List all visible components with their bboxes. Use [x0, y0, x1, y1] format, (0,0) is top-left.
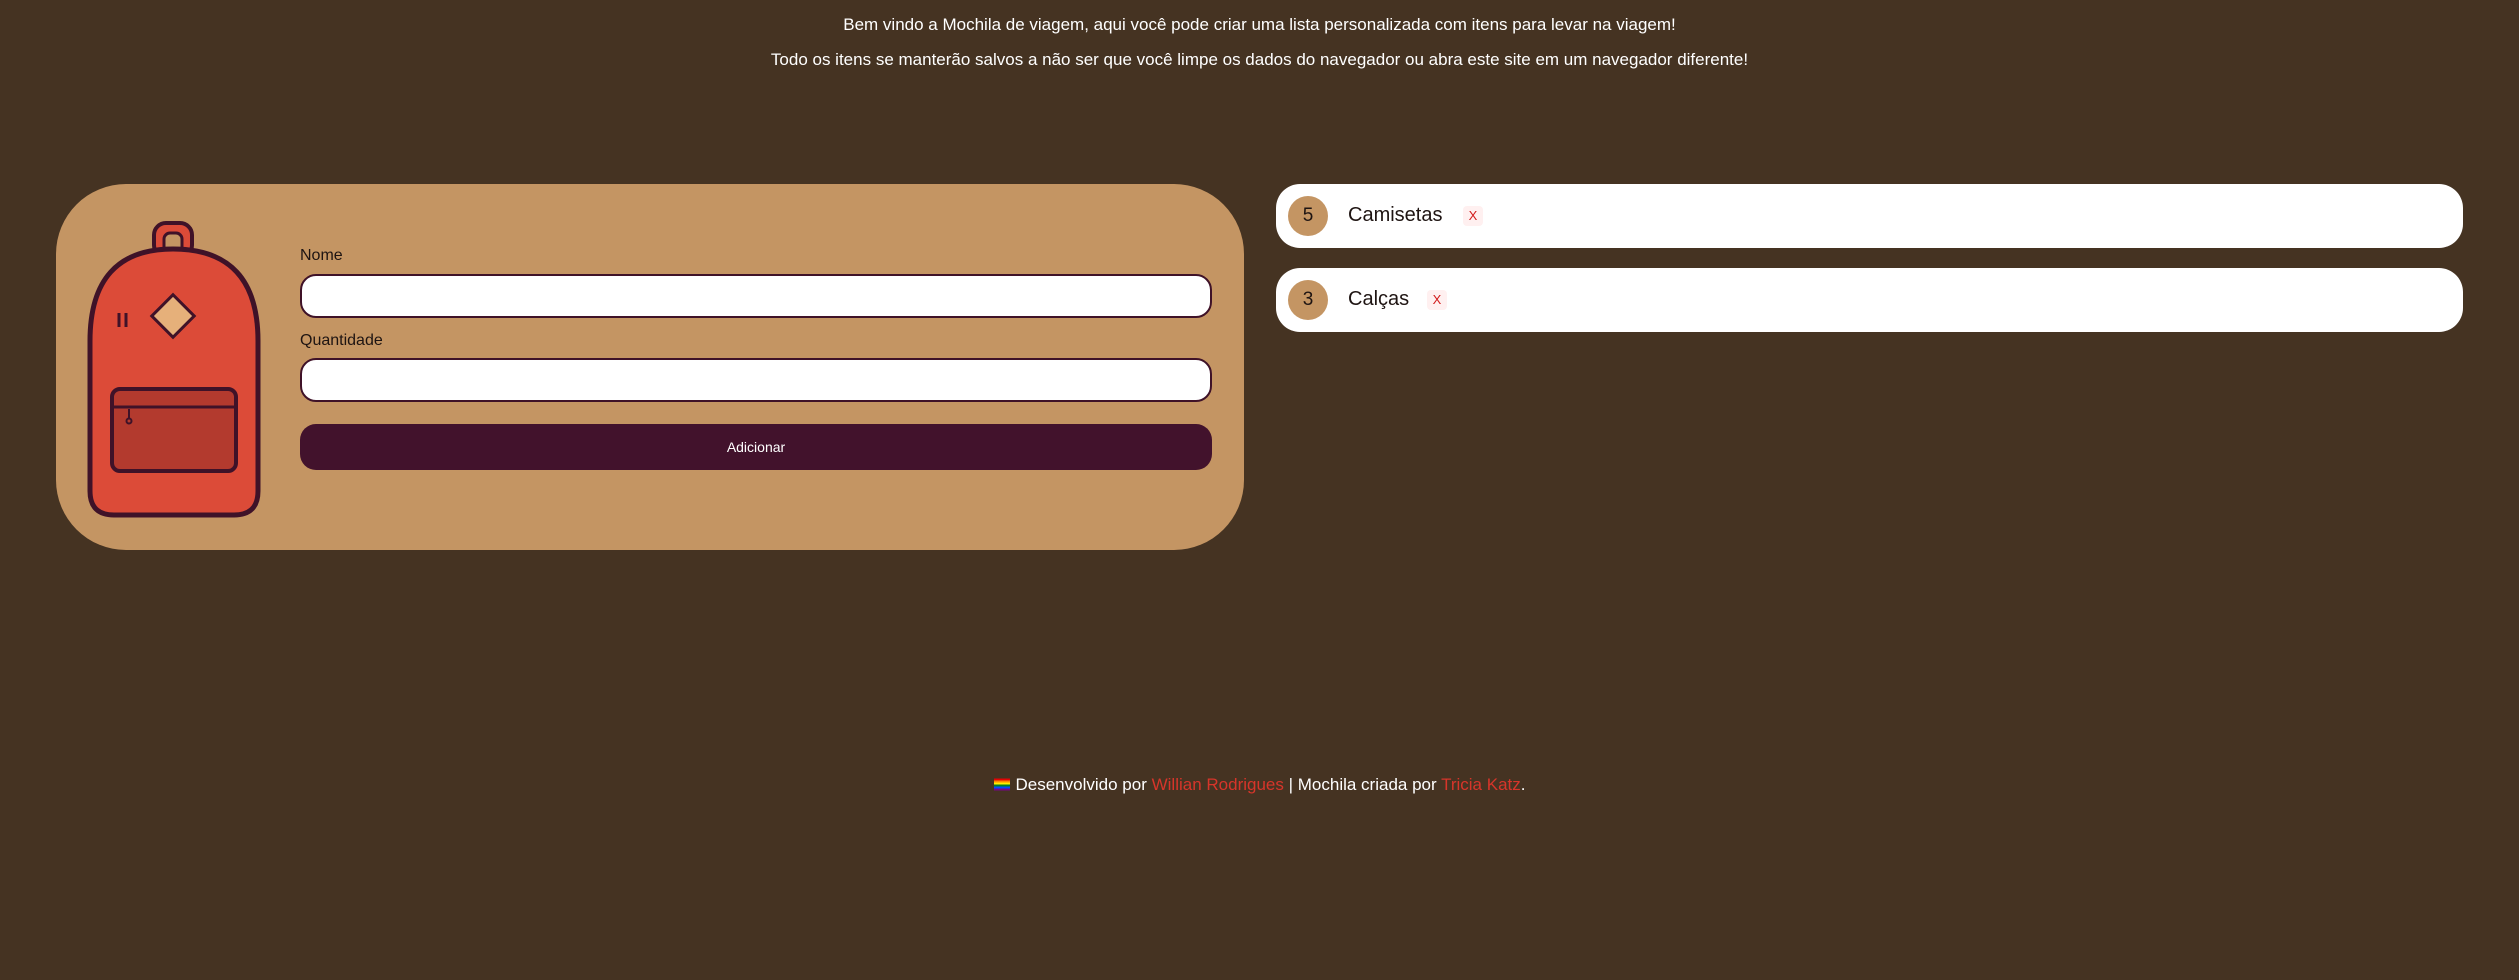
developer-link[interactable]: Willian Rodrigues: [1152, 775, 1284, 794]
list-item: 3 Calças X: [1276, 268, 2463, 332]
footer: Desenvolvido por Willian Rodrigues | Moc…: [0, 775, 2519, 795]
footer-end: .: [1520, 775, 1526, 794]
quantity-label: Quantidade: [300, 332, 383, 349]
intro-line-2: Todo os itens se manterão salvos a não s…: [770, 50, 1749, 69]
name-label: Nome: [300, 247, 343, 264]
footer-separator: | Mochila criada por: [1288, 775, 1437, 794]
name-input[interactable]: [300, 274, 1212, 318]
quantity-input[interactable]: [300, 358, 1212, 402]
remove-item-button[interactable]: X: [1463, 206, 1483, 226]
item-quantity-badge: 5: [1288, 196, 1328, 236]
item-name: Calças: [1348, 288, 1410, 310]
add-button[interactable]: Adicionar: [300, 424, 1212, 470]
intro-line-1: Bem vindo a Mochila de viagem, aqui você…: [843, 15, 1676, 34]
backpack-illustration: [87, 221, 261, 518]
form-card: Nome Quantidade Adicionar: [56, 184, 1244, 550]
item-quantity-badge: 3: [1288, 280, 1328, 320]
rainbow-flag-icon: [993, 778, 1010, 791]
artist-link[interactable]: Tricia Katz: [1441, 775, 1521, 794]
item-name: Camisetas: [1348, 204, 1443, 226]
remove-item-button[interactable]: X: [1427, 290, 1447, 310]
list-item: 5 Camisetas X: [1276, 184, 2463, 248]
footer-dev-prefix: Desenvolvido por: [1015, 775, 1147, 794]
